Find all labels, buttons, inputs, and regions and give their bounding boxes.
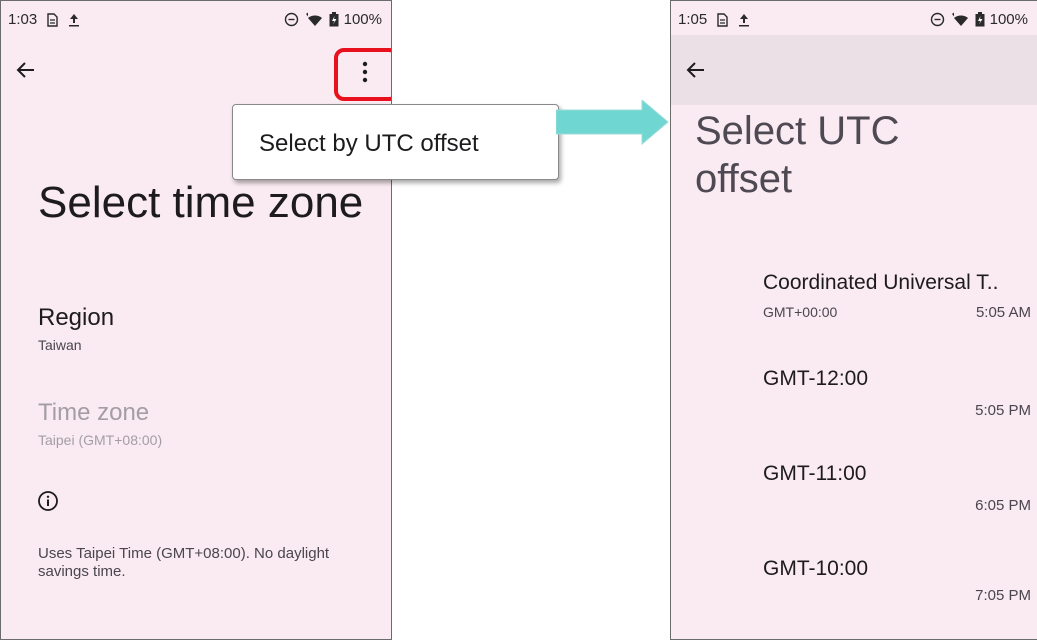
zone-time: 6:05 PM — [975, 497, 1031, 514]
battery-icon — [329, 12, 339, 27]
region-value: Taiwan — [38, 337, 82, 353]
right-screen: 1:05 100% Select UTC offset Coordinated … — [670, 0, 1037, 640]
status-time: 1:03 — [8, 11, 38, 28]
list-item[interactable]: Coordinated Universal T.. GMT+00:00 5:05… — [763, 271, 1037, 331]
time-zone-title: Time zone — [38, 399, 150, 426]
left-screen: 1:03 100% Select time zone Region Taiwan… — [0, 0, 392, 640]
menu-item-select-by-utc-offset[interactable]: Select by UTC offset — [259, 130, 479, 158]
wifi-icon — [950, 12, 970, 27]
upload-icon — [737, 13, 751, 27]
page-title-line-1: Select UTC — [695, 109, 900, 153]
zone-name: GMT-10:00 — [763, 557, 869, 580]
region-title[interactable]: Region — [38, 304, 114, 332]
battery-percent: 100% — [989, 11, 1028, 28]
app-bar — [671, 35, 1037, 105]
connector-arrow — [556, 100, 669, 146]
dnd-icon — [284, 12, 299, 27]
zone-time: 5:05 PM — [975, 402, 1031, 419]
upload-icon — [67, 13, 81, 27]
time-zone-footer: Uses Taipei Time (GMT+08:00). No dayligh… — [38, 545, 330, 580]
sim-icon — [715, 12, 729, 27]
back-arrow-icon[interactable] — [683, 57, 709, 83]
zone-name: GMT-11:00 — [763, 462, 867, 485]
wifi-icon — [304, 12, 324, 27]
zone-time: 7:05 PM — [975, 587, 1031, 604]
list-item[interactable]: GMT-12:00 5:05 PM — [763, 367, 1037, 427]
info-icon — [36, 489, 60, 513]
status-bar: 1:05 100% — [671, 1, 1037, 35]
battery-icon — [975, 12, 985, 27]
list-item[interactable]: GMT-10:00 7:05 PM — [763, 557, 1037, 617]
status-time: 1:05 — [678, 11, 708, 28]
page-title-line-2: offset — [695, 157, 793, 201]
zone-time: 5:05 AM — [975, 304, 1031, 321]
page-title: Select UTC offset — [695, 107, 900, 203]
more-vert-icon[interactable] — [352, 57, 378, 87]
dnd-icon — [930, 12, 945, 27]
list-item[interactable]: GMT-11:00 6:05 PM — [763, 462, 1037, 522]
status-bar: 1:03 100% — [1, 1, 391, 35]
overflow-menu: Select by UTC offset — [232, 104, 559, 180]
battery-percent: 100% — [343, 11, 382, 28]
sim-icon — [45, 12, 59, 27]
time-zone-value: Taipei (GMT+08:00) — [38, 432, 163, 448]
back-arrow-icon[interactable] — [13, 57, 39, 83]
zone-name: GMT-12:00 — [763, 367, 869, 390]
zone-name: Coordinated Universal T.. — [763, 271, 999, 294]
page-title: Select time zone — [38, 178, 364, 227]
zone-offset: GMT+00:00 — [763, 304, 838, 320]
